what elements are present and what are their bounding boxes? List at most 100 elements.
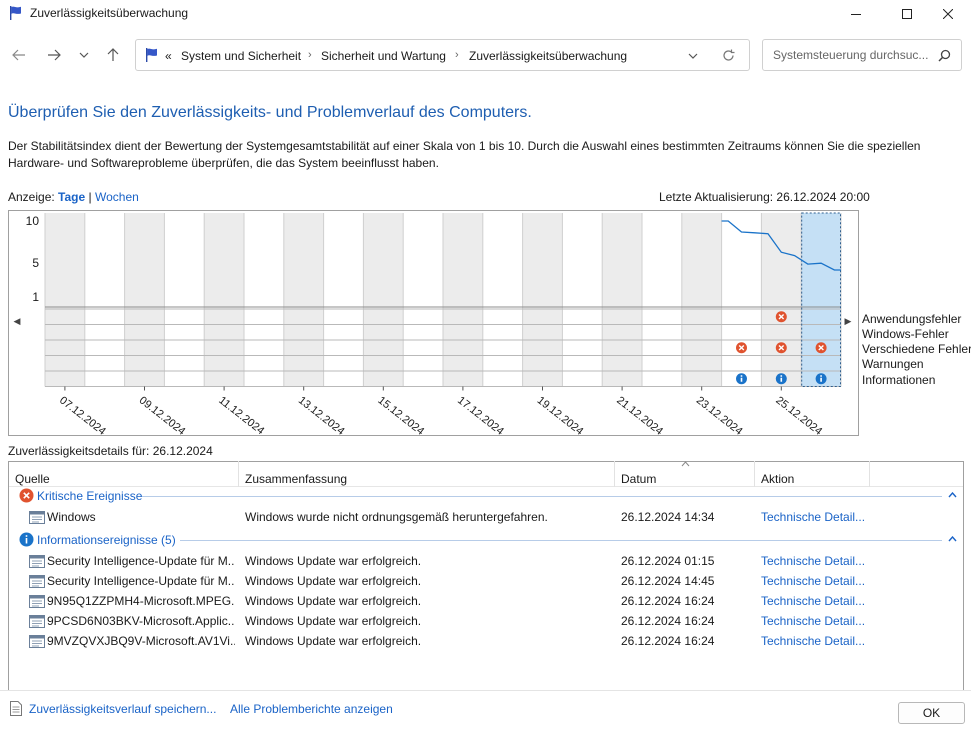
technical-details-link[interactable]: Technische Detail... bbox=[761, 634, 869, 648]
row-date[interactable]: 26.12.2024 16:24 bbox=[621, 594, 751, 608]
error-event-icon[interactable] bbox=[815, 342, 827, 354]
column-divider[interactable] bbox=[238, 461, 239, 487]
chevron-up-icon[interactable] bbox=[948, 492, 957, 498]
day-column bbox=[443, 213, 483, 387]
error-event-icon[interactable] bbox=[775, 342, 787, 354]
day-column bbox=[642, 213, 682, 387]
day-column bbox=[204, 213, 244, 387]
maximize-button[interactable] bbox=[884, 0, 930, 28]
row-date[interactable]: 26.12.2024 14:45 bbox=[621, 574, 751, 588]
row-date[interactable]: 26.12.2024 14:34 bbox=[621, 510, 751, 524]
view-weeks-link[interactable]: Wochen bbox=[95, 190, 139, 204]
legend-misc-errors: Verschiedene Fehler bbox=[862, 342, 971, 356]
day-column bbox=[244, 213, 284, 387]
row-date[interactable]: 26.12.2024 16:24 bbox=[621, 634, 751, 648]
error-event-icon[interactable] bbox=[775, 311, 787, 323]
breadcrumb-reliability-monitor[interactable]: Zuverlässigkeitsüberwachung bbox=[469, 49, 627, 63]
day-column bbox=[721, 213, 762, 387]
x-tick-label: 11.12.2024 bbox=[216, 394, 266, 435]
arrow-right-icon bbox=[48, 49, 61, 61]
breadcrumb-system-security[interactable]: System und Sicherheit bbox=[181, 49, 301, 63]
recent-locations-button[interactable] bbox=[73, 44, 95, 66]
technical-details-link[interactable]: Technische Detail... bbox=[761, 614, 869, 628]
day-column bbox=[482, 213, 523, 387]
group-divider bbox=[180, 540, 942, 541]
reliability-chart[interactable]: 10 5 1 07.12.2024 09.12.2024 11.12.2024 13.12.… bbox=[8, 210, 859, 436]
info-icon bbox=[19, 532, 34, 547]
info-event-icon[interactable] bbox=[736, 373, 747, 385]
column-header-action[interactable]: Aktion bbox=[761, 472, 794, 486]
row-source[interactable]: 9MVZQVXJBQ9V-Microsoft.AV1Vi... bbox=[47, 634, 235, 648]
chart-scroll-right-button[interactable]: ▶ bbox=[842, 316, 854, 327]
close-button[interactable] bbox=[925, 0, 971, 28]
row-source[interactable]: 9PCSD6N03BKV-Microsoft.Applic... bbox=[47, 614, 235, 628]
save-history-link[interactable]: Zuverlässigkeitsverlauf speichern... bbox=[29, 702, 216, 716]
refresh-icon[interactable] bbox=[722, 49, 735, 62]
day-column bbox=[164, 213, 205, 387]
chevron-up-icon[interactable] bbox=[948, 536, 957, 542]
column-divider[interactable] bbox=[754, 461, 755, 487]
x-tick-label: 09.12.2024 bbox=[137, 394, 188, 435]
close-icon bbox=[943, 9, 953, 19]
row-summary[interactable]: Windows Update war erfolgreich. bbox=[245, 614, 611, 628]
minimize-button[interactable] bbox=[833, 0, 879, 28]
day-column bbox=[681, 213, 722, 387]
technical-details-link[interactable]: Technische Detail... bbox=[761, 574, 869, 588]
row-summary[interactable]: Windows wurde nicht ordnungsgemäß herunt… bbox=[245, 510, 611, 524]
error-event-icon[interactable] bbox=[736, 342, 747, 354]
row-date[interactable]: 26.12.2024 01:15 bbox=[621, 554, 751, 568]
sort-ascending-icon bbox=[681, 461, 690, 467]
update-log-icon bbox=[29, 615, 45, 628]
chevron-down-icon[interactable] bbox=[688, 53, 698, 59]
flag-icon bbox=[146, 48, 157, 62]
update-log-icon bbox=[29, 595, 45, 608]
row-date[interactable]: 26.12.2024 16:24 bbox=[621, 614, 751, 628]
view-days-link[interactable]: Tage bbox=[58, 190, 85, 204]
forward-button[interactable] bbox=[43, 44, 65, 66]
day-column bbox=[124, 213, 165, 387]
document-icon bbox=[10, 701, 22, 716]
column-header-date[interactable]: Datum bbox=[621, 472, 656, 486]
chart-scroll-left-button[interactable]: ◀ bbox=[11, 316, 23, 327]
breadcrumb-overflow[interactable]: « bbox=[165, 49, 172, 63]
column-header-source[interactable]: Quelle bbox=[15, 472, 50, 486]
technical-details-link[interactable]: Technische Detail... bbox=[761, 510, 869, 524]
address-bar[interactable]: « System und Sicherheit › Sicherheit und… bbox=[135, 39, 750, 71]
row-source[interactable]: Windows bbox=[47, 510, 235, 524]
minimize-icon bbox=[851, 14, 861, 15]
info-event-icon[interactable] bbox=[815, 373, 827, 385]
technical-details-link[interactable]: Technische Detail... bbox=[761, 554, 869, 568]
chevron-down-icon bbox=[79, 52, 89, 58]
breadcrumb-security-maintenance[interactable]: Sicherheit und Wartung bbox=[321, 49, 446, 63]
details-label: Zuverlässigkeitsdetails für: 26.12.2024 bbox=[8, 444, 213, 458]
column-header-summary[interactable]: Zusammenfassung bbox=[245, 472, 347, 486]
row-summary[interactable]: Windows Update war erfolgreich. bbox=[245, 554, 611, 568]
row-summary[interactable]: Windows Update war erfolgreich. bbox=[245, 634, 611, 648]
back-button[interactable] bbox=[8, 44, 30, 66]
search-box[interactable] bbox=[762, 39, 962, 71]
day-column bbox=[801, 213, 841, 387]
day-column bbox=[45, 213, 85, 387]
group-divider bbox=[142, 496, 942, 497]
technical-details-link[interactable]: Technische Detail... bbox=[761, 594, 869, 608]
up-button[interactable] bbox=[102, 44, 124, 66]
row-summary[interactable]: Windows Update war erfolgreich. bbox=[245, 574, 611, 588]
legend-warnings: Warnungen bbox=[862, 357, 924, 371]
row-source[interactable]: Security Intelligence-Update für M... bbox=[47, 574, 235, 588]
day-column bbox=[522, 213, 563, 387]
column-divider[interactable] bbox=[614, 461, 615, 487]
row-source[interactable]: 9N95Q1ZZPMH4-Microsoft.MPEG... bbox=[47, 594, 235, 608]
update-log-icon bbox=[29, 575, 45, 588]
ok-button[interactable]: OK bbox=[898, 702, 965, 724]
search-input[interactable] bbox=[771, 47, 931, 63]
reliability-chart-svg[interactable]: 10 5 1 07.12.2024 09.12.2024 11.12.2024 13.12.… bbox=[9, 211, 858, 435]
column-divider[interactable] bbox=[869, 461, 870, 487]
info-event-icon[interactable] bbox=[775, 373, 787, 385]
row-summary[interactable]: Windows Update war erfolgreich. bbox=[245, 594, 611, 608]
group-critical-events[interactable]: Kritische Ereignisse bbox=[37, 489, 142, 503]
view-all-reports-link[interactable]: Alle Problemberichte anzeigen bbox=[230, 702, 393, 716]
search-icon[interactable] bbox=[938, 49, 951, 62]
row-source[interactable]: Security Intelligence-Update für M... bbox=[47, 554, 235, 568]
arrow-up-icon bbox=[107, 48, 119, 61]
group-information-events[interactable]: Informationsereignisse (5) bbox=[37, 533, 176, 547]
